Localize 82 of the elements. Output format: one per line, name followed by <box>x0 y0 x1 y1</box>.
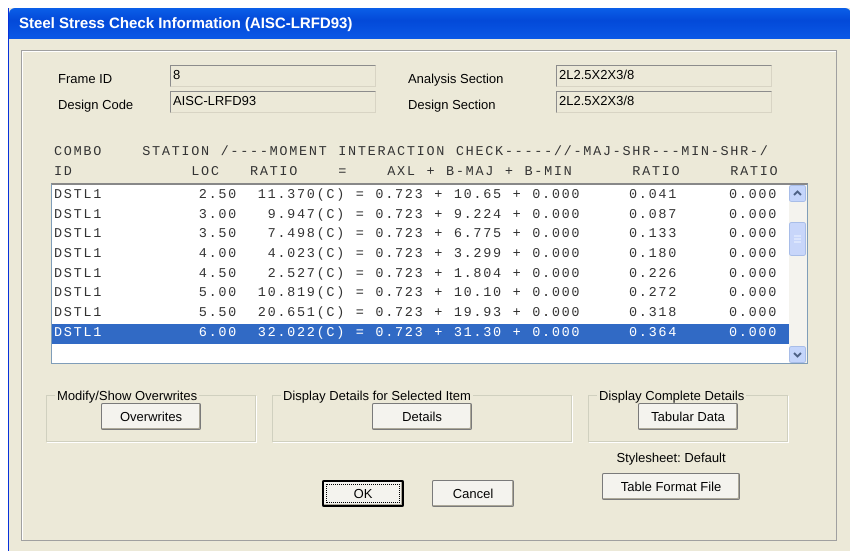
combo-cell-text: DSTL1 <box>54 305 104 324</box>
ratio-cell-text: 0.364 <box>628 324 678 343</box>
ratio-cell-text: 4.023(C) <box>266 246 346 264</box>
equation-cell-text: = 0.723 + 10.10 + 0.000 <box>354 285 582 304</box>
table-format-button[interactable]: Table Format File <box>602 473 740 500</box>
group-button[interactable]: Details <box>372 403 472 430</box>
group-title: Display Complete Details <box>598 388 746 403</box>
combo-cell-text: DSTL1 <box>54 246 104 264</box>
combo-cell-text: DSTL1 <box>54 266 104 284</box>
ratio-cell-text: 0.000 <box>728 305 778 324</box>
scroll-thumb-icon[interactable] <box>789 222 806 256</box>
scrollbar[interactable] <box>789 185 807 363</box>
dialog-button[interactable]: Cancel <box>432 480 514 507</box>
group-button[interactable]: Tabular Data <box>638 403 738 430</box>
read-only-field[interactable]: 2L2.5X2X3/8 <box>556 91 772 113</box>
ratio-cell-text: 0.272 <box>628 285 678 304</box>
loc-cell-text: 6.00 <box>198 324 238 343</box>
list-row[interactable]: DSTL1 3.50 7.498(C) = 0.723 + 6.775 + 0.000 0.133 0.000 <box>52 225 789 246</box>
group-button[interactable]: Overwrites <box>101 403 201 430</box>
ratio-cell-text: 0.000 <box>728 226 778 244</box>
list-row[interactable]: DSTL1 5.00 10.819(C) = 0.723 + 10.10 + 0.000 0.272 0.000 <box>52 284 789 304</box>
list-row[interactable]: DSTL1 4.00 4.023(C) = 0.723 + 3.299 + 0.000 0.180 0.000 <box>52 245 789 265</box>
combo-cell-text: DSTL1 <box>54 324 104 343</box>
field-label: Analysis Section <box>408 71 504 87</box>
loc-cell-text: 4.50 <box>198 266 238 284</box>
read-only-field[interactable]: 2L2.5X2X3/8 <box>556 65 772 87</box>
ratio-cell-text: 7.498(C) <box>266 226 346 244</box>
ratio-cell-text: 0.087 <box>628 206 678 225</box>
loc-cell-text: 3.00 <box>198 206 238 225</box>
field-label: Frame ID <box>58 71 114 87</box>
equation-cell-text: = 0.723 + 10.65 + 0.000 <box>354 187 582 205</box>
list-row[interactable]: DSTL1 6.00 32.022(C) = 0.723 + 31.30 + 0.000 0.364 0.000 <box>52 324 789 344</box>
dialog-button[interactable]: OK <box>322 480 404 507</box>
scroll-down-icon[interactable] <box>789 346 806 363</box>
ratio-cell-text: 20.651(C) <box>256 305 346 324</box>
column-header: ID LOC RATIO = AXL + B-MAJ + B-MIN RATIO RATIO <box>53 164 780 182</box>
ratio-cell-text: 0.000 <box>728 324 778 343</box>
field-label: Design Code <box>58 97 134 113</box>
ratio-cell-text: 10.819(C) <box>256 285 346 304</box>
window-title: Steel Stress Check Information (AISC-LRFD93) <box>19 15 352 32</box>
ratio-cell-text: 2.527(C) <box>266 266 346 284</box>
column-header: COMBO STATION /----MOMENT INTERACTION CHECK-----//-MAJ-SHR---MIN-SHR-/ <box>53 144 770 162</box>
combo-cell-text: DSTL1 <box>54 187 104 205</box>
scroll-up-icon[interactable] <box>789 185 806 202</box>
equation-cell-text: = 0.723 + 3.299 + 0.000 <box>354 246 582 264</box>
loc-cell-text: 2.50 <box>198 187 238 205</box>
list-row[interactable]: DSTL1 5.50 20.651(C) = 0.723 + 19.93 + 0.000 0.318 0.000 <box>52 304 789 324</box>
ratio-cell-text: 0.133 <box>628 226 678 244</box>
list-row[interactable]: DSTL1 3.00 9.947(C) = 0.723 + 9.224 + 0.000 0.087 0.000 <box>52 206 789 226</box>
ratio-cell-text: 0.318 <box>628 305 678 324</box>
group-title: Display Details for Selected Item <box>282 388 472 403</box>
combo-cell-text: DSTL1 <box>54 206 104 225</box>
loc-cell-text: 5.00 <box>198 285 238 304</box>
stylesheet-label: Stylesheet: Default <box>616 450 726 465</box>
ratio-cell-text: 32.022(C) <box>256 324 346 343</box>
read-only-field[interactable]: 8 <box>170 65 376 87</box>
loc-cell-text: 3.50 <box>198 226 238 244</box>
equation-cell-text: = 0.723 + 6.775 + 0.000 <box>354 226 582 244</box>
read-only-field[interactable]: AISC-LRFD93 <box>170 91 376 113</box>
equation-cell-text: = 0.723 + 31.30 + 0.000 <box>354 324 582 343</box>
list-row[interactable]: DSTL1 2.50 11.370(C) = 0.723 + 10.65 + 0.000 0.041 0.000 <box>52 186 789 206</box>
ratio-cell-text: 0.000 <box>728 246 778 264</box>
combo-cell-text: DSTL1 <box>54 285 104 304</box>
ratio-cell-text: 0.000 <box>728 266 778 284</box>
equation-cell-text: = 0.723 + 1.804 + 0.000 <box>354 266 582 284</box>
ratio-cell-text: 9.947(C) <box>266 206 346 225</box>
equation-cell-text: = 0.723 + 19.93 + 0.000 <box>354 305 582 324</box>
equation-cell-text: = 0.723 + 9.224 + 0.000 <box>354 206 582 225</box>
ratio-cell-text: 0.180 <box>628 246 678 264</box>
ratio-cell-text: 0.000 <box>728 206 778 225</box>
ratio-cell-text: 11.370(C) <box>256 187 346 205</box>
results-list[interactable] <box>51 183 808 364</box>
combo-cell-text: DSTL1 <box>54 226 104 244</box>
group-title: Modify/Show Overwrites <box>56 388 198 403</box>
list-row[interactable]: DSTL1 4.50 2.527(C) = 0.723 + 1.804 + 0.000 0.226 0.000 <box>52 264 789 284</box>
ratio-cell-text: 0.000 <box>728 187 778 205</box>
ratio-cell-text: 0.041 <box>628 187 678 205</box>
loc-cell-text: 5.50 <box>198 305 238 324</box>
loc-cell-text: 4.00 <box>198 246 238 264</box>
ratio-cell-text: 0.000 <box>728 285 778 304</box>
field-label: Design Section <box>408 97 496 113</box>
ratio-cell-text: 0.226 <box>628 266 678 284</box>
